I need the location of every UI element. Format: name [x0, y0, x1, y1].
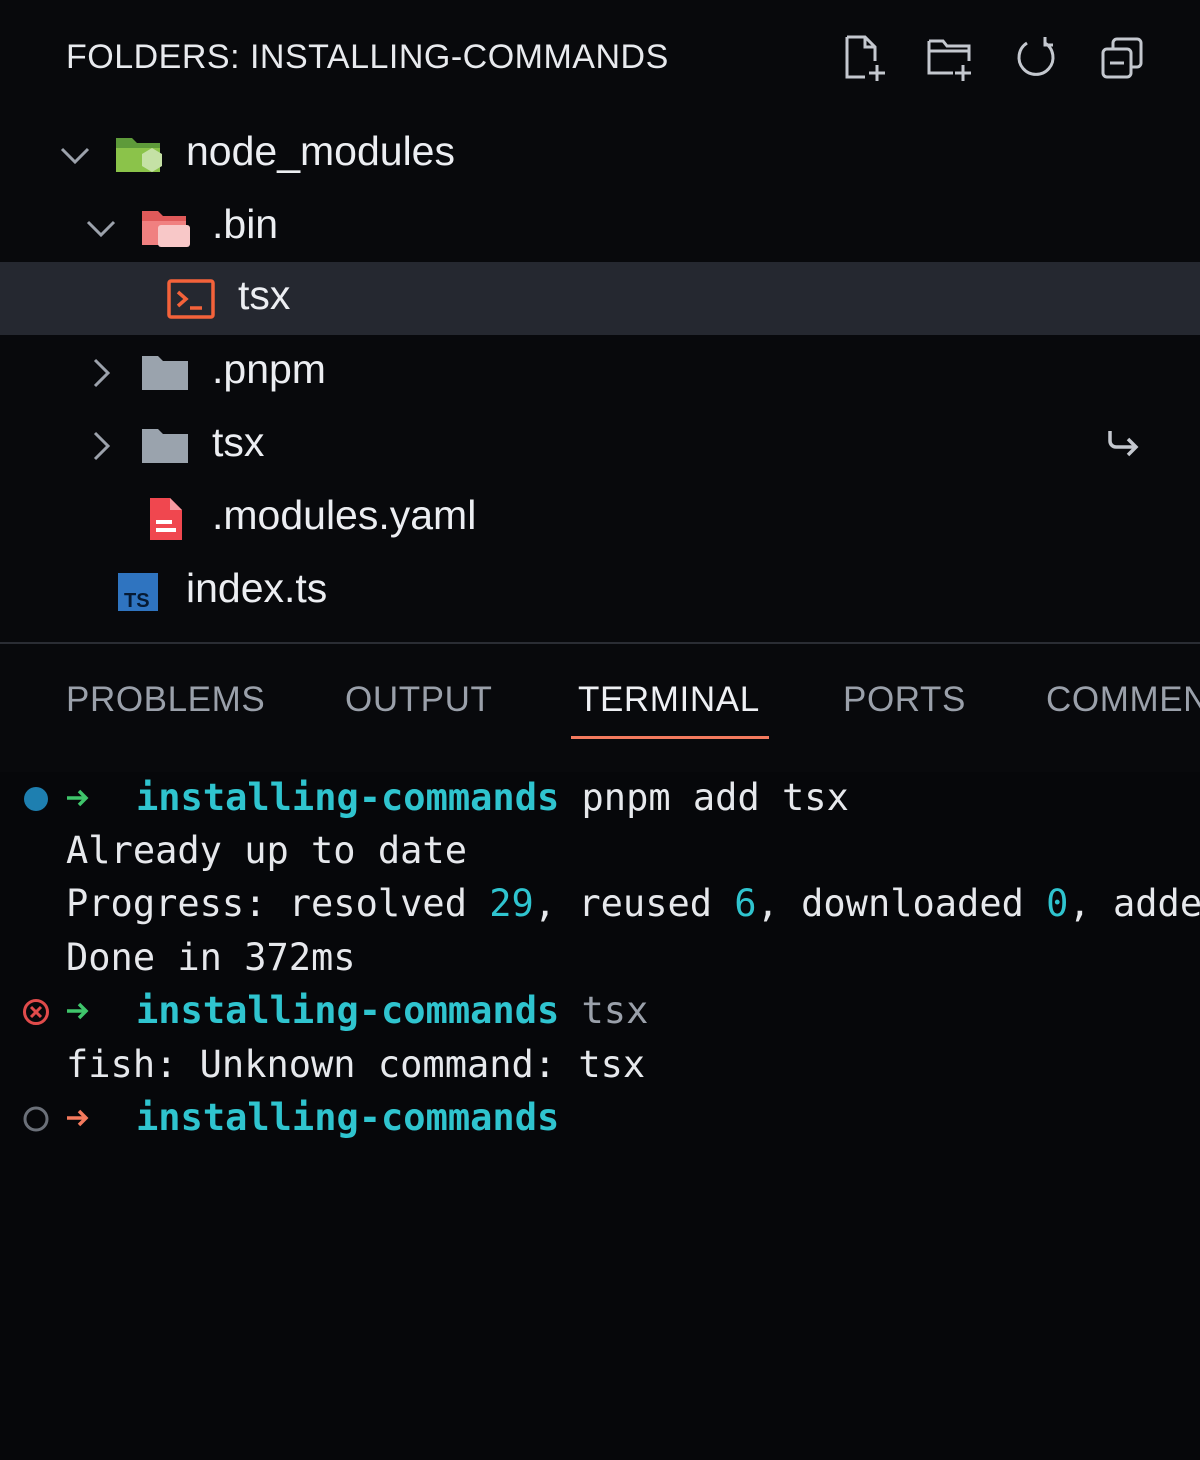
tree-item-label: node_modules — [186, 128, 455, 174]
output-text: , added — [1068, 882, 1200, 925]
tree-item-tsx-folder[interactable]: tsx — [0, 409, 1200, 482]
svg-text:TS: TS — [124, 590, 150, 612]
panel-tabs: PROBLEMS OUTPUT TERMINAL PORTS COMMENTS — [0, 644, 1200, 754]
terminal-output[interactable]: installing-commands pnpm add tsx Already… — [0, 772, 1200, 1185]
tree-item-label: .modules.yaml — [212, 492, 477, 538]
symlink-arrow-icon — [1108, 431, 1139, 457]
tree-item-label: .pnpm — [212, 346, 326, 392]
downloaded-count: 0 — [1046, 882, 1069, 925]
new-file-icon — [845, 35, 885, 81]
output-text: , downloaded — [756, 882, 1047, 925]
bin-folder-icon — [142, 211, 190, 247]
terminal-line: installing-commands tsx — [0, 985, 1200, 1038]
prompt-arrow-error-icon — [67, 1109, 89, 1127]
prompt-cwd: installing-commands — [136, 989, 560, 1032]
terminal-line: installing-commands pnpm add tsx — [0, 772, 1200, 825]
collapse-all-button[interactable] — [1096, 32, 1148, 84]
tree-item-modules-yaml[interactable]: .modules.yaml — [0, 482, 1200, 555]
command-error-marker-icon[interactable] — [22, 998, 50, 1026]
tree-item-label: tsx — [212, 419, 265, 465]
folder-icon — [142, 356, 188, 390]
typescript-file-icon: TS — [118, 573, 158, 612]
chevron-right-icon — [93, 431, 111, 461]
refresh-button[interactable] — [1010, 32, 1062, 84]
terminal-line: installing-commands — [0, 1092, 1200, 1145]
tree-item-label: index.ts — [186, 565, 328, 611]
chevron-down-icon — [86, 220, 116, 238]
output-text: Progress: resolved — [66, 882, 490, 925]
tree-item-bin-tsx[interactable]: tsx — [0, 262, 1200, 335]
folder-icon — [142, 429, 188, 463]
command-text: pnpm add tsx — [581, 776, 849, 819]
explorer-actions — [838, 32, 1148, 84]
explorer-title: FOLDERS: INSTALLING-COMMANDS — [66, 38, 669, 76]
output-text: Done in 372ms — [66, 936, 356, 979]
collapse-all-icon — [1101, 37, 1143, 79]
new-folder-button[interactable] — [924, 32, 976, 84]
tree-item-node-modules[interactable]: node_modules — [0, 118, 1200, 191]
active-tab-indicator — [571, 736, 769, 739]
tab-comments[interactable]: COMMENTS — [1046, 680, 1200, 720]
command-idle-marker-icon[interactable] — [22, 1105, 50, 1133]
output-text: , reused — [533, 882, 735, 925]
refresh-icon — [1017, 37, 1055, 76]
chevron-down-icon — [60, 147, 90, 165]
tab-ports[interactable]: PORTS — [843, 680, 966, 720]
chevron-right-icon — [93, 358, 111, 388]
prompt-cwd: installing-commands — [136, 1096, 560, 1139]
yaml-file-icon — [150, 498, 182, 540]
prompt-arrow-icon — [67, 1002, 89, 1020]
bottom-panel: PROBLEMS OUTPUT TERMINAL PORTS COMMENTS … — [0, 644, 1200, 1185]
tab-problems[interactable]: PROBLEMS — [66, 680, 265, 720]
tree-item-label: tsx — [238, 272, 291, 318]
tree-item-pnpm[interactable]: .pnpm — [0, 336, 1200, 409]
terminal-line: Already up to date — [0, 825, 1200, 878]
new-folder-icon — [927, 39, 971, 81]
error-text: fish: Unknown command: tsx — [66, 1043, 646, 1086]
command-success-marker-icon[interactable] — [22, 785, 50, 813]
tab-output[interactable]: OUTPUT — [345, 680, 492, 720]
new-file-button[interactable] — [838, 32, 890, 84]
resolved-count: 29 — [489, 882, 534, 925]
node-folder-icon — [116, 138, 162, 172]
prompt-arrow-icon — [67, 789, 89, 807]
terminal-line: Done in 372ms — [0, 932, 1200, 985]
output-text: Already up to date — [66, 829, 467, 872]
terminal-file-icon — [167, 279, 215, 319]
explorer-pane: FOLDERS: INSTALLING-COMMANDS node_module… — [0, 0, 1200, 642]
command-text: tsx — [581, 989, 649, 1032]
tree-item-label: .bin — [212, 201, 279, 247]
tab-terminal[interactable]: TERMINAL — [578, 680, 760, 720]
terminal-line: Progress: resolved 29, reused 6, downloa… — [0, 878, 1200, 931]
prompt-cwd: installing-commands — [136, 776, 560, 819]
terminal-line: fish: Unknown command: tsx — [0, 1039, 1200, 1092]
explorer-header: FOLDERS: INSTALLING-COMMANDS — [0, 0, 1200, 118]
tree-item-index-ts[interactable]: TS index.ts — [0, 555, 1200, 628]
tree-item-bin[interactable]: .bin — [0, 191, 1200, 264]
reused-count: 6 — [734, 882, 757, 925]
